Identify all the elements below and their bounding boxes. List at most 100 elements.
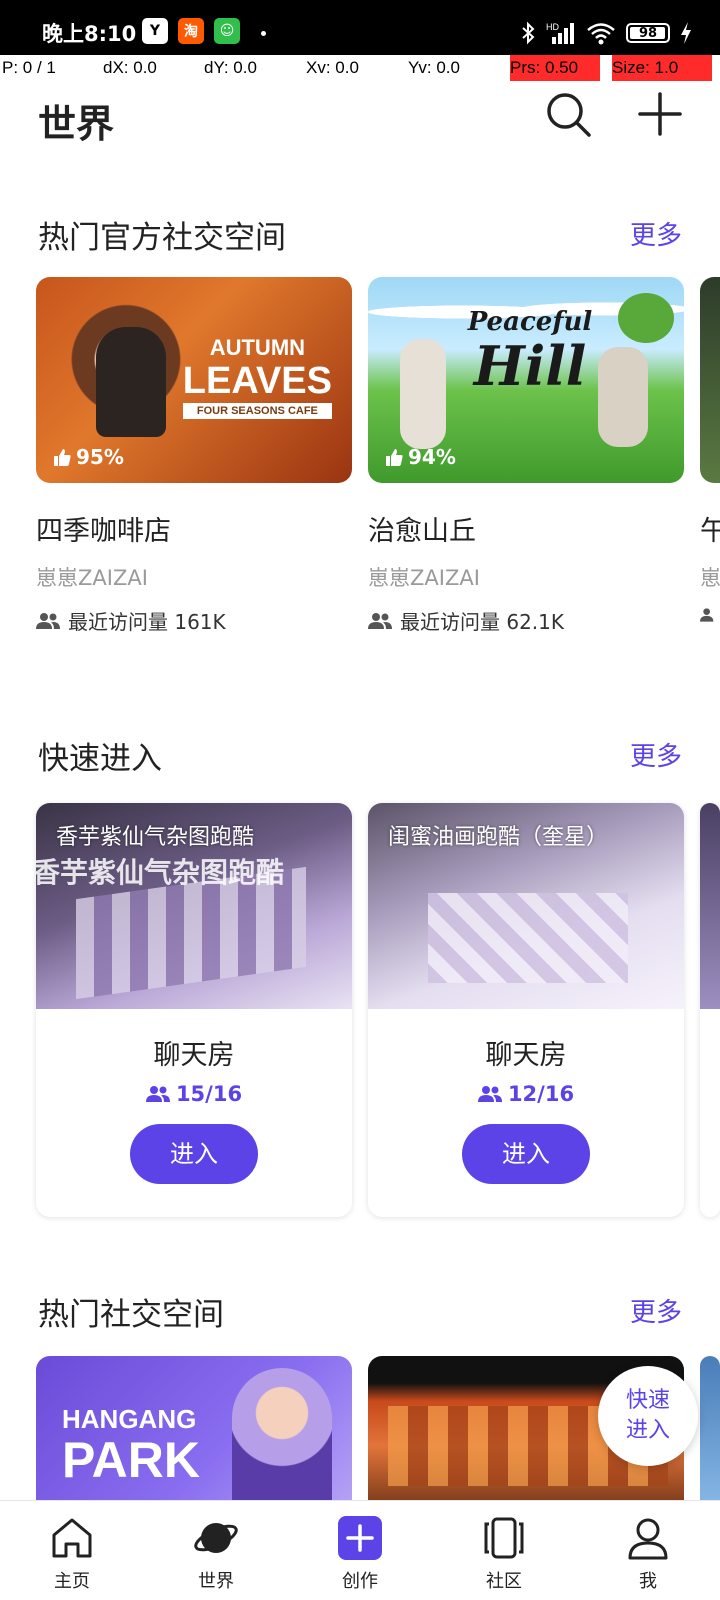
more-official-link[interactable]: 更多: [630, 215, 682, 252]
room-type: 聊天房: [153, 1040, 235, 1071]
search-icon[interactable]: [544, 90, 592, 138]
battery-icon: 98: [626, 23, 670, 43]
y-app-icon: Y: [142, 18, 168, 44]
room-player-count: 15/16: [36, 1082, 352, 1106]
people-icon: [477, 1086, 502, 1102]
banner-subtitle: FOUR SEASONS CAFE: [182, 403, 332, 419]
thumbs-up-icon: [386, 449, 403, 466]
banner-line-2: PARK: [62, 1432, 200, 1488]
battery-level: 98: [638, 25, 658, 41]
section-title-popular: 热门社交空间: [38, 1297, 224, 1333]
banner-line-2: Hill: [473, 334, 587, 398]
debug-xv: Xv: 0.0: [306, 58, 359, 77]
debug-size: Size: 1.0: [612, 55, 712, 81]
debug-dy: dY: 0.0: [204, 58, 257, 77]
space-visits: [700, 606, 720, 624]
fab-label-line2: 进入: [625, 1418, 670, 1443]
space-visits: 最近访问量 161K: [36, 606, 352, 635]
tree: [618, 293, 674, 343]
quick-enter-card-partial[interactable]: [700, 803, 720, 1217]
create-plus-icon: [338, 1516, 382, 1560]
nav-label: 创作: [342, 1571, 378, 1592]
quick-enter-fab[interactable]: 快速 进入: [598, 1366, 698, 1466]
space-name: 四季咖啡店: [36, 516, 171, 547]
nav-item-community[interactable]: 社区: [432, 1501, 576, 1600]
official-space-card[interactable]: AUTUMN LEAVES FOUR SEASONS CAFE 95% 四季咖啡…: [36, 277, 352, 635]
like-percent: 94%: [408, 445, 456, 469]
parkour-map-artwork: [428, 893, 628, 983]
quick-enter-card[interactable]: 闺蜜油画跑酷（奎星） 聊天房 12/16 进入: [368, 803, 684, 1217]
signal-icon: HD: [546, 22, 574, 44]
people-icon: [700, 608, 714, 622]
nav-item-me[interactable]: 我: [576, 1501, 720, 1600]
character-figure: [400, 339, 446, 449]
status-bar: 晚上8:10 Y 淘 ☺ HD 98: [0, 0, 720, 55]
nav-item-home[interactable]: 主页: [0, 1501, 144, 1600]
official-space-card[interactable]: Peaceful Hill 94% 治愈山丘 崽崽ZAIZAI 最近访问量 62…: [368, 277, 684, 635]
space-name: 午: [700, 516, 720, 547]
more-popular-link[interactable]: 更多: [630, 1292, 682, 1329]
space-thumbnail: [700, 277, 720, 483]
official-space-card-partial[interactable]: 午 崽: [700, 277, 720, 624]
banner-title: HANGANG PARK: [62, 1404, 200, 1485]
nav-label: 社区: [486, 1571, 522, 1592]
bottom-navigation: 主页 世界 创作 社区 我: [0, 1500, 720, 1600]
character-figure: [96, 327, 166, 437]
space-name: 治愈山丘: [368, 516, 476, 547]
banner-title: AUTUMN LEAVES FOUR SEASONS CAFE: [182, 335, 332, 419]
room-thumbnail: [700, 803, 720, 1009]
charging-icon: [681, 22, 691, 44]
people-icon: [145, 1086, 170, 1102]
section-title-official: 热门官方社交空间: [38, 220, 286, 256]
space-author: 崽崽ZAIZAI: [368, 566, 480, 590]
debug-dx: dX: 0.0: [103, 58, 157, 77]
profile-icon: [628, 1518, 668, 1560]
nav-item-world[interactable]: 世界: [144, 1501, 288, 1600]
room-player-count: 12/16: [368, 1082, 684, 1106]
page-title: 世界: [38, 102, 115, 146]
enter-room-button[interactable]: 进入: [130, 1124, 258, 1184]
enter-room-button[interactable]: 进入: [462, 1124, 590, 1184]
popular-space-card-partial[interactable]: [700, 1356, 720, 1506]
nav-item-create[interactable]: 创作: [288, 1501, 432, 1600]
planet-icon: [194, 1523, 238, 1553]
community-icon: [484, 1517, 524, 1559]
popular-space-card[interactable]: HANGANG PARK: [36, 1356, 352, 1506]
status-time: 晚上8:10: [42, 22, 137, 46]
like-percent: 95%: [76, 445, 124, 469]
banner-line-1: AUTUMN: [209, 335, 306, 360]
visits-text: 最近访问量 161K: [68, 610, 226, 634]
room-title: 香芋紫仙气杂图跑酷: [56, 825, 255, 850]
character-figure: [598, 347, 648, 447]
space-thumbnail: AUTUMN LEAVES FOUR SEASONS CAFE 95%: [36, 277, 352, 483]
quick-enter-card[interactable]: 香芋紫仙气杂图跑酷 香芋紫仙气杂图跑酷 聊天房 15/16 进入: [36, 803, 352, 1217]
nav-label: 世界: [198, 1571, 234, 1592]
more-quick-enter-link[interactable]: 更多: [630, 736, 682, 773]
debug-pressure: Prs: 0.50: [510, 55, 600, 81]
space-author: 崽: [700, 566, 720, 590]
like-badge: 95%: [52, 445, 124, 469]
nav-label: 我: [639, 1571, 657, 1592]
banner-line-1: Peaceful: [467, 307, 593, 337]
people-icon: [36, 612, 60, 629]
player-count-text: 12/16: [507, 1082, 575, 1106]
taobao-icon: 淘: [178, 18, 204, 44]
wifi-icon: [587, 23, 615, 45]
space-visits: 最近访问量 62.1K: [368, 606, 684, 635]
player-count-text: 15/16: [175, 1082, 243, 1106]
space-author: 崽崽ZAIZAI: [36, 566, 148, 590]
bluetooth-icon: [522, 21, 535, 45]
banner-line-2: LEAVES: [182, 360, 332, 402]
network-label: HD: [546, 22, 559, 32]
wechat-icon: ☺: [214, 18, 240, 44]
space-thumbnail: Peaceful Hill 94%: [368, 277, 684, 483]
fab-label-line1: 快速: [625, 1388, 670, 1413]
plus-icon[interactable]: [636, 90, 684, 138]
nav-label: 主页: [54, 1571, 90, 1592]
avatar-artwork: [232, 1368, 332, 1506]
debug-size-text: Size: 1.0: [612, 58, 679, 77]
room-thumbnail: 香芋紫仙气杂图跑酷 香芋紫仙气杂图跑酷: [36, 803, 352, 1009]
like-badge: 94%: [384, 445, 456, 469]
pointer-debug-overlay: P: 0 / 1 dX: 0.0 dY: 0.0 Xv: 0.0 Yv: 0.0…: [0, 55, 720, 81]
home-icon: [52, 1518, 92, 1558]
